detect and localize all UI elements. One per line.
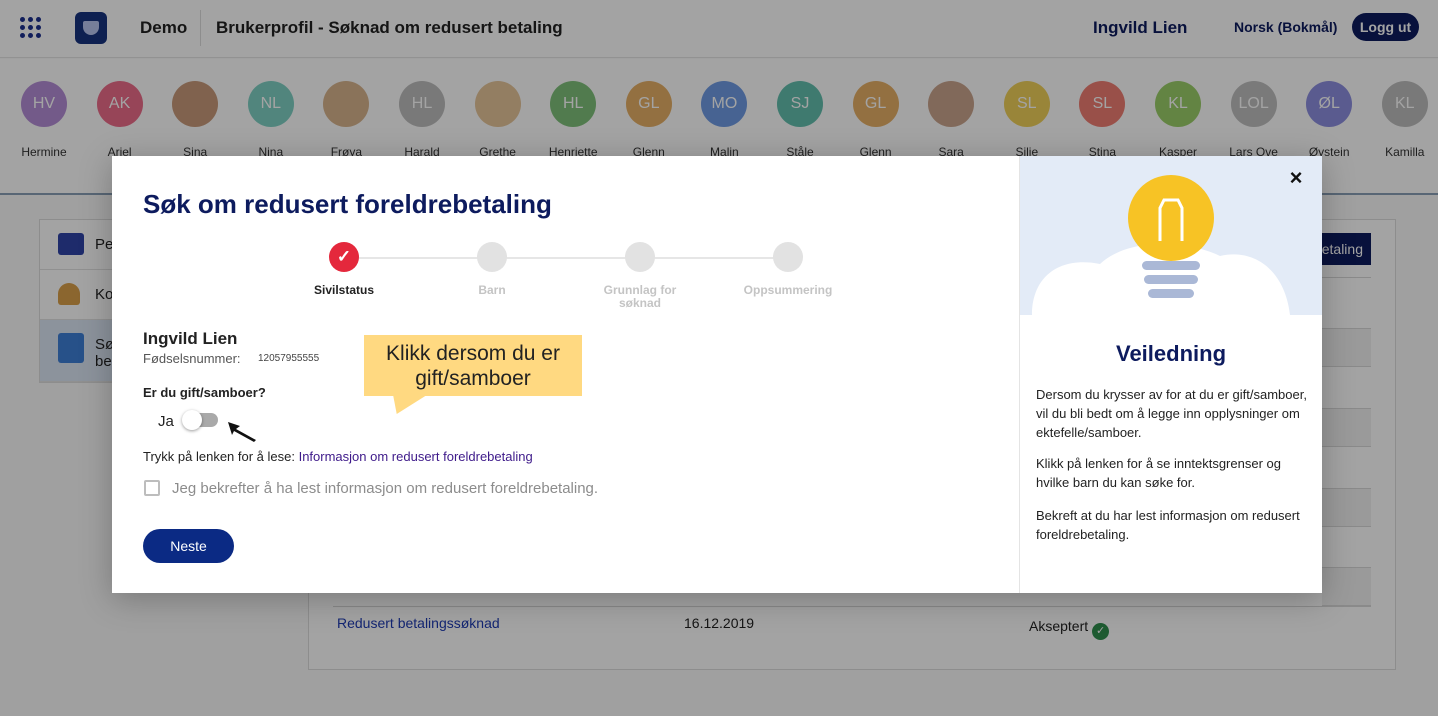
reduced-payment-modal: Søk om redusert foreldrebetaling ✓ Sivil… xyxy=(112,156,1322,593)
step-label: Sivilstatus xyxy=(313,283,375,297)
lightbulb-icon xyxy=(1032,175,1290,315)
stepper-track xyxy=(343,257,789,259)
tooltip-callout: Klikk dersom du er gift/samboer xyxy=(364,335,582,396)
confirm-text: Jeg bekrefter å ha lest informasjon om r… xyxy=(172,480,599,497)
toggle-knob xyxy=(182,410,202,430)
modal-title: Søk om redusert foreldrebetaling xyxy=(143,189,552,219)
next-button[interactable]: Neste xyxy=(143,529,234,563)
guide-paragraph: Bekreft at du har lest informasjon om re… xyxy=(1036,508,1300,542)
info-prefix: Trykk på lenken for å lese: xyxy=(143,449,299,464)
step-dot xyxy=(477,242,507,272)
step-sivilstatus: ✓ Sivilstatus xyxy=(289,242,399,297)
birth-number-label: Fødselsnummer: xyxy=(143,351,241,366)
form-pane: Søk om redusert foreldrebetaling ✓ Sivil… xyxy=(112,156,1019,593)
guide-pane: × Veiledning Dersom du krysser av for at… xyxy=(1019,156,1322,593)
close-icon[interactable]: × xyxy=(1284,166,1308,190)
info-line: Trykk på lenken for å lese: Informasjon … xyxy=(143,449,533,464)
birth-number-value: 12057955555 xyxy=(258,353,320,364)
guide-paragraph: Dersom du krysser av for at du er gift/s… xyxy=(1036,387,1307,440)
info-link[interactable]: Informasjon om redusert foreldrebetaling xyxy=(299,449,533,464)
tooltip-tail xyxy=(386,396,426,414)
step-dot xyxy=(625,242,655,272)
step-dot xyxy=(773,242,803,272)
step-oppsummering: Oppsummering xyxy=(733,242,843,297)
lightbulb-illustration xyxy=(1020,156,1322,315)
step-label: Oppsummering xyxy=(743,283,833,297)
step-grunnlag: Grunnlag for søknad xyxy=(585,242,695,310)
step-check-icon: ✓ xyxy=(329,242,359,272)
step-label: Grunnlag for søknad xyxy=(603,283,677,310)
step-barn: Barn xyxy=(437,242,547,297)
step-label: Barn xyxy=(478,283,506,297)
confirm-checkbox[interactable] xyxy=(144,480,160,496)
guide-title: Veiledning xyxy=(1115,341,1227,366)
pointer-arrow-icon xyxy=(228,422,256,442)
married-question: Er du gift/samboer? xyxy=(143,385,266,400)
guide-paragraph: Klikk på lenken for å se inntektsgrenser… xyxy=(1036,456,1281,490)
married-toggle[interactable] xyxy=(182,410,218,430)
applicant-name: Ingvild Lien xyxy=(143,329,238,348)
toggle-label: Ja xyxy=(158,413,174,430)
